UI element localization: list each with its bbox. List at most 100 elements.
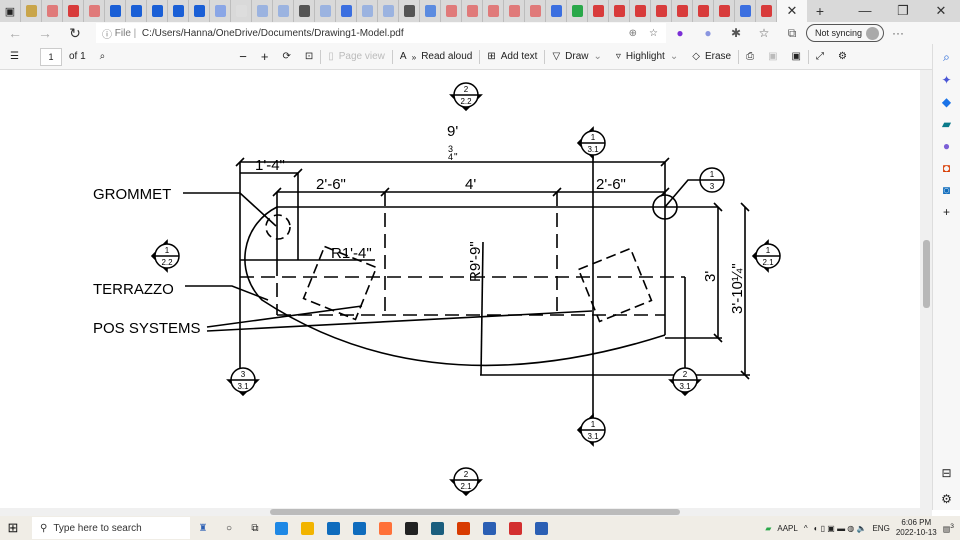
browser-tab[interactable] <box>483 0 504 22</box>
search-icon[interactable]: ⌕ <box>943 50 950 65</box>
fullscreen-icon[interactable]: ⤢ <box>809 51 831 62</box>
taskbar-app-icon[interactable] <box>450 516 476 540</box>
clock[interactable]: 6:06 PM 2022-10-13 <box>896 518 937 538</box>
section-marker[interactable]: 13.1 <box>576 413 606 447</box>
vertical-scrollbar[interactable] <box>920 70 932 508</box>
chevron-down-icon[interactable]: ⌄ <box>594 51 602 62</box>
outlook-icon[interactable]: ◙ <box>943 183 950 197</box>
section-marker[interactable]: 22.1 <box>449 467 483 497</box>
browser-tab[interactable] <box>546 0 567 22</box>
favorite-add-icon[interactable]: ☆ <box>649 28 658 39</box>
browser-tab[interactable] <box>147 0 168 22</box>
section-marker[interactable]: 33.1 <box>226 367 260 397</box>
section-marker[interactable]: 13.1 <box>576 126 606 160</box>
browser-tab[interactable] <box>504 0 525 22</box>
browser-tab[interactable] <box>126 0 147 22</box>
browser-tab[interactable] <box>609 0 630 22</box>
office-icon[interactable]: ◘ <box>943 161 950 175</box>
active-tab[interactable]: ✕ <box>777 0 807 22</box>
profile-button[interactable]: Not syncing <box>806 24 885 42</box>
info-icon[interactable]: ⓘ <box>102 26 115 41</box>
taskbar-app-icon[interactable] <box>372 516 398 540</box>
taskbar-app-icon[interactable] <box>424 516 450 540</box>
taskbar-app-icon[interactable] <box>476 516 502 540</box>
sidebar-settings-icon[interactable]: ⚙ <box>941 492 952 506</box>
collections-icon[interactable]: ⧉ <box>778 26 806 41</box>
search-highlight-icon[interactable]: ♜ <box>190 516 216 540</box>
copilot-sparkle-icon[interactable]: ✦ <box>941 73 951 87</box>
close-tab-icon[interactable]: ✕ <box>787 3 798 19</box>
hide-sidebar-icon[interactable]: ⊟ <box>941 466 951 480</box>
browser-tab[interactable] <box>252 0 273 22</box>
extension-purple-icon[interactable]: ● <box>666 26 694 40</box>
browser-tab[interactable] <box>294 0 315 22</box>
browser-tab[interactable] <box>84 0 105 22</box>
section-marker[interactable]: 12.1 <box>751 239 781 273</box>
refresh-button[interactable]: ↻ <box>60 25 90 42</box>
taskbar-app-icon[interactable] <box>502 516 528 540</box>
restore-button[interactable]: ❐ <box>884 3 922 19</box>
page-view-button[interactable]: ▯ Page view <box>321 51 392 62</box>
browser-tab[interactable] <box>525 0 546 22</box>
browser-tab[interactable] <box>420 0 441 22</box>
forward-button[interactable]: → <box>30 25 60 41</box>
browser-tab[interactable] <box>756 0 777 22</box>
taskbar-app-icon[interactable] <box>346 516 372 540</box>
cortana-icon[interactable]: ○ <box>216 516 242 540</box>
chevron-down-icon[interactable]: ⌄ <box>670 51 678 62</box>
read-aloud-button[interactable]: A» Read aloud <box>393 51 479 62</box>
save-icon[interactable]: ▣ <box>761 51 784 62</box>
more-menu-icon[interactable]: ··· <box>884 26 912 40</box>
browser-tab[interactable] <box>273 0 294 22</box>
browser-tab[interactable] <box>672 0 693 22</box>
tab-actions-button[interactable]: ▣ <box>0 0 21 22</box>
close-window-button[interactable]: ✕ <box>922 3 960 19</box>
horizontal-scrollbar[interactable] <box>0 508 932 516</box>
add-text-button[interactable]: ⊞ Add text <box>480 51 544 62</box>
page-number-input[interactable]: 1 <box>39 47 62 66</box>
section-marker[interactable]: 12.2 <box>150 239 180 273</box>
browser-tab[interactable] <box>63 0 84 22</box>
scrollbar-thumb[interactable] <box>923 240 930 308</box>
browser-tab[interactable] <box>378 0 399 22</box>
browser-tab[interactable] <box>21 0 42 22</box>
taskbar-app-icon[interactable] <box>398 516 424 540</box>
section-marker[interactable]: 23.1 <box>668 367 702 397</box>
taskbar-search[interactable]: ⚲ Type here to search <box>32 517 190 539</box>
fit-page-icon[interactable]: ⊡ <box>298 51 320 62</box>
browser-tab[interactable] <box>399 0 420 22</box>
taskbar-app-icon[interactable] <box>320 516 346 540</box>
url-text[interactable]: C:/Users/Hanna/OneDrive/Documents/Drawin… <box>142 28 404 39</box>
task-view-icon[interactable]: ⧉ <box>242 516 268 540</box>
browser-tab[interactable] <box>231 0 252 22</box>
language-label[interactable]: ENG <box>872 524 889 533</box>
extensions-icon[interactable]: ✱ <box>722 26 750 40</box>
rotate-icon[interactable]: ⟳ <box>275 51 297 62</box>
browser-tab[interactable] <box>630 0 651 22</box>
browser-tab[interactable] <box>189 0 210 22</box>
tray-icons[interactable]: ◐ ▯ ▣ ▬ ◍ 🔈 <box>814 524 867 533</box>
section-marker[interactable]: 22.2 <box>449 82 483 112</box>
browser-tab[interactable] <box>42 0 63 22</box>
address-bar[interactable]: ⓘ File | C:/Users/Hanna/OneDrive/Documen… <box>96 23 666 43</box>
zoom-icon[interactable]: ⊕ <box>629 28 637 39</box>
browser-tab[interactable] <box>168 0 189 22</box>
start-button[interactable]: ⊞ <box>0 516 26 540</box>
browser-tab[interactable] <box>441 0 462 22</box>
taskbar-app-icon[interactable] <box>294 516 320 540</box>
taskbar-app-icon[interactable] <box>528 516 554 540</box>
browser-tab[interactable] <box>588 0 609 22</box>
chevron-up-icon[interactable]: ^ <box>804 524 808 533</box>
print-icon[interactable]: ⎙ <box>739 51 761 62</box>
extension-grammarly-icon[interactable]: ● <box>694 26 722 40</box>
browser-tab[interactable] <box>462 0 483 22</box>
find-icon[interactable]: ⌕ <box>93 51 113 62</box>
contents-icon[interactable]: ☰ <box>0 51 26 62</box>
taskbar-app-icon[interactable] <box>268 516 294 540</box>
back-button[interactable]: ← <box>0 25 30 41</box>
save-as-icon[interactable]: ▣ <box>785 51 808 62</box>
stock-icon[interactable]: ▰ <box>765 524 771 533</box>
zoom-out-button[interactable]: − <box>232 49 254 64</box>
shopping-tag-icon[interactable]: ◆ <box>942 95 951 109</box>
scrollbar-thumb[interactable] <box>270 509 680 515</box>
